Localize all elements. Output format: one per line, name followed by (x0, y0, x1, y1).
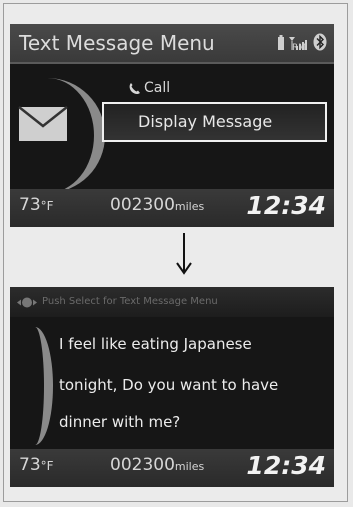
message-line: I feel like eating Japanese (59, 335, 252, 353)
message-line: dinner with me? (59, 413, 181, 431)
status-icons: RM (277, 33, 327, 53)
signal-bars-icon: RM (288, 33, 310, 53)
envelope-icon (18, 106, 68, 141)
menu-item-display-message[interactable]: Display Message (102, 102, 327, 142)
phone-battery-icon (278, 35, 284, 50)
screen-display-message: Push Select for Text Message Menu I feel… (10, 287, 334, 487)
instruction-bar: Push Select for Text Message Menu (10, 287, 334, 317)
down-arrow-icon (175, 231, 193, 279)
info-bar: 73°F 002300miles 12:34 (10, 189, 334, 227)
odometer: 002300miles (110, 195, 205, 215)
title-bar: Text Message Menu RM (10, 24, 334, 62)
bluetooth-icon (313, 33, 327, 51)
message-bracket-decoration (17, 327, 53, 445)
call-label: Call (144, 80, 171, 96)
page-title: Text Message Menu (19, 31, 215, 55)
clock: 12:34 (246, 191, 326, 220)
odometer: 002300miles (110, 455, 205, 475)
info-bar: 73°F 002300miles 12:34 (10, 449, 334, 487)
outside-temperature: 73°F (19, 195, 54, 215)
display-message-label: Display Message (138, 112, 273, 131)
phone-handset-icon (129, 82, 140, 94)
clock: 12:34 (246, 451, 326, 480)
selector-knob-icon (17, 297, 37, 308)
message-line: tonight, Do you want to have (59, 376, 279, 394)
instruction-text: Push Select for Text Message Menu (42, 296, 218, 307)
title-separator (10, 62, 334, 64)
screen-text-message-menu: Text Message Menu RM Call Display Messag… (10, 24, 334, 227)
menu-item-call[interactable]: Call (128, 80, 170, 96)
outside-temperature: 73°F (19, 455, 54, 475)
